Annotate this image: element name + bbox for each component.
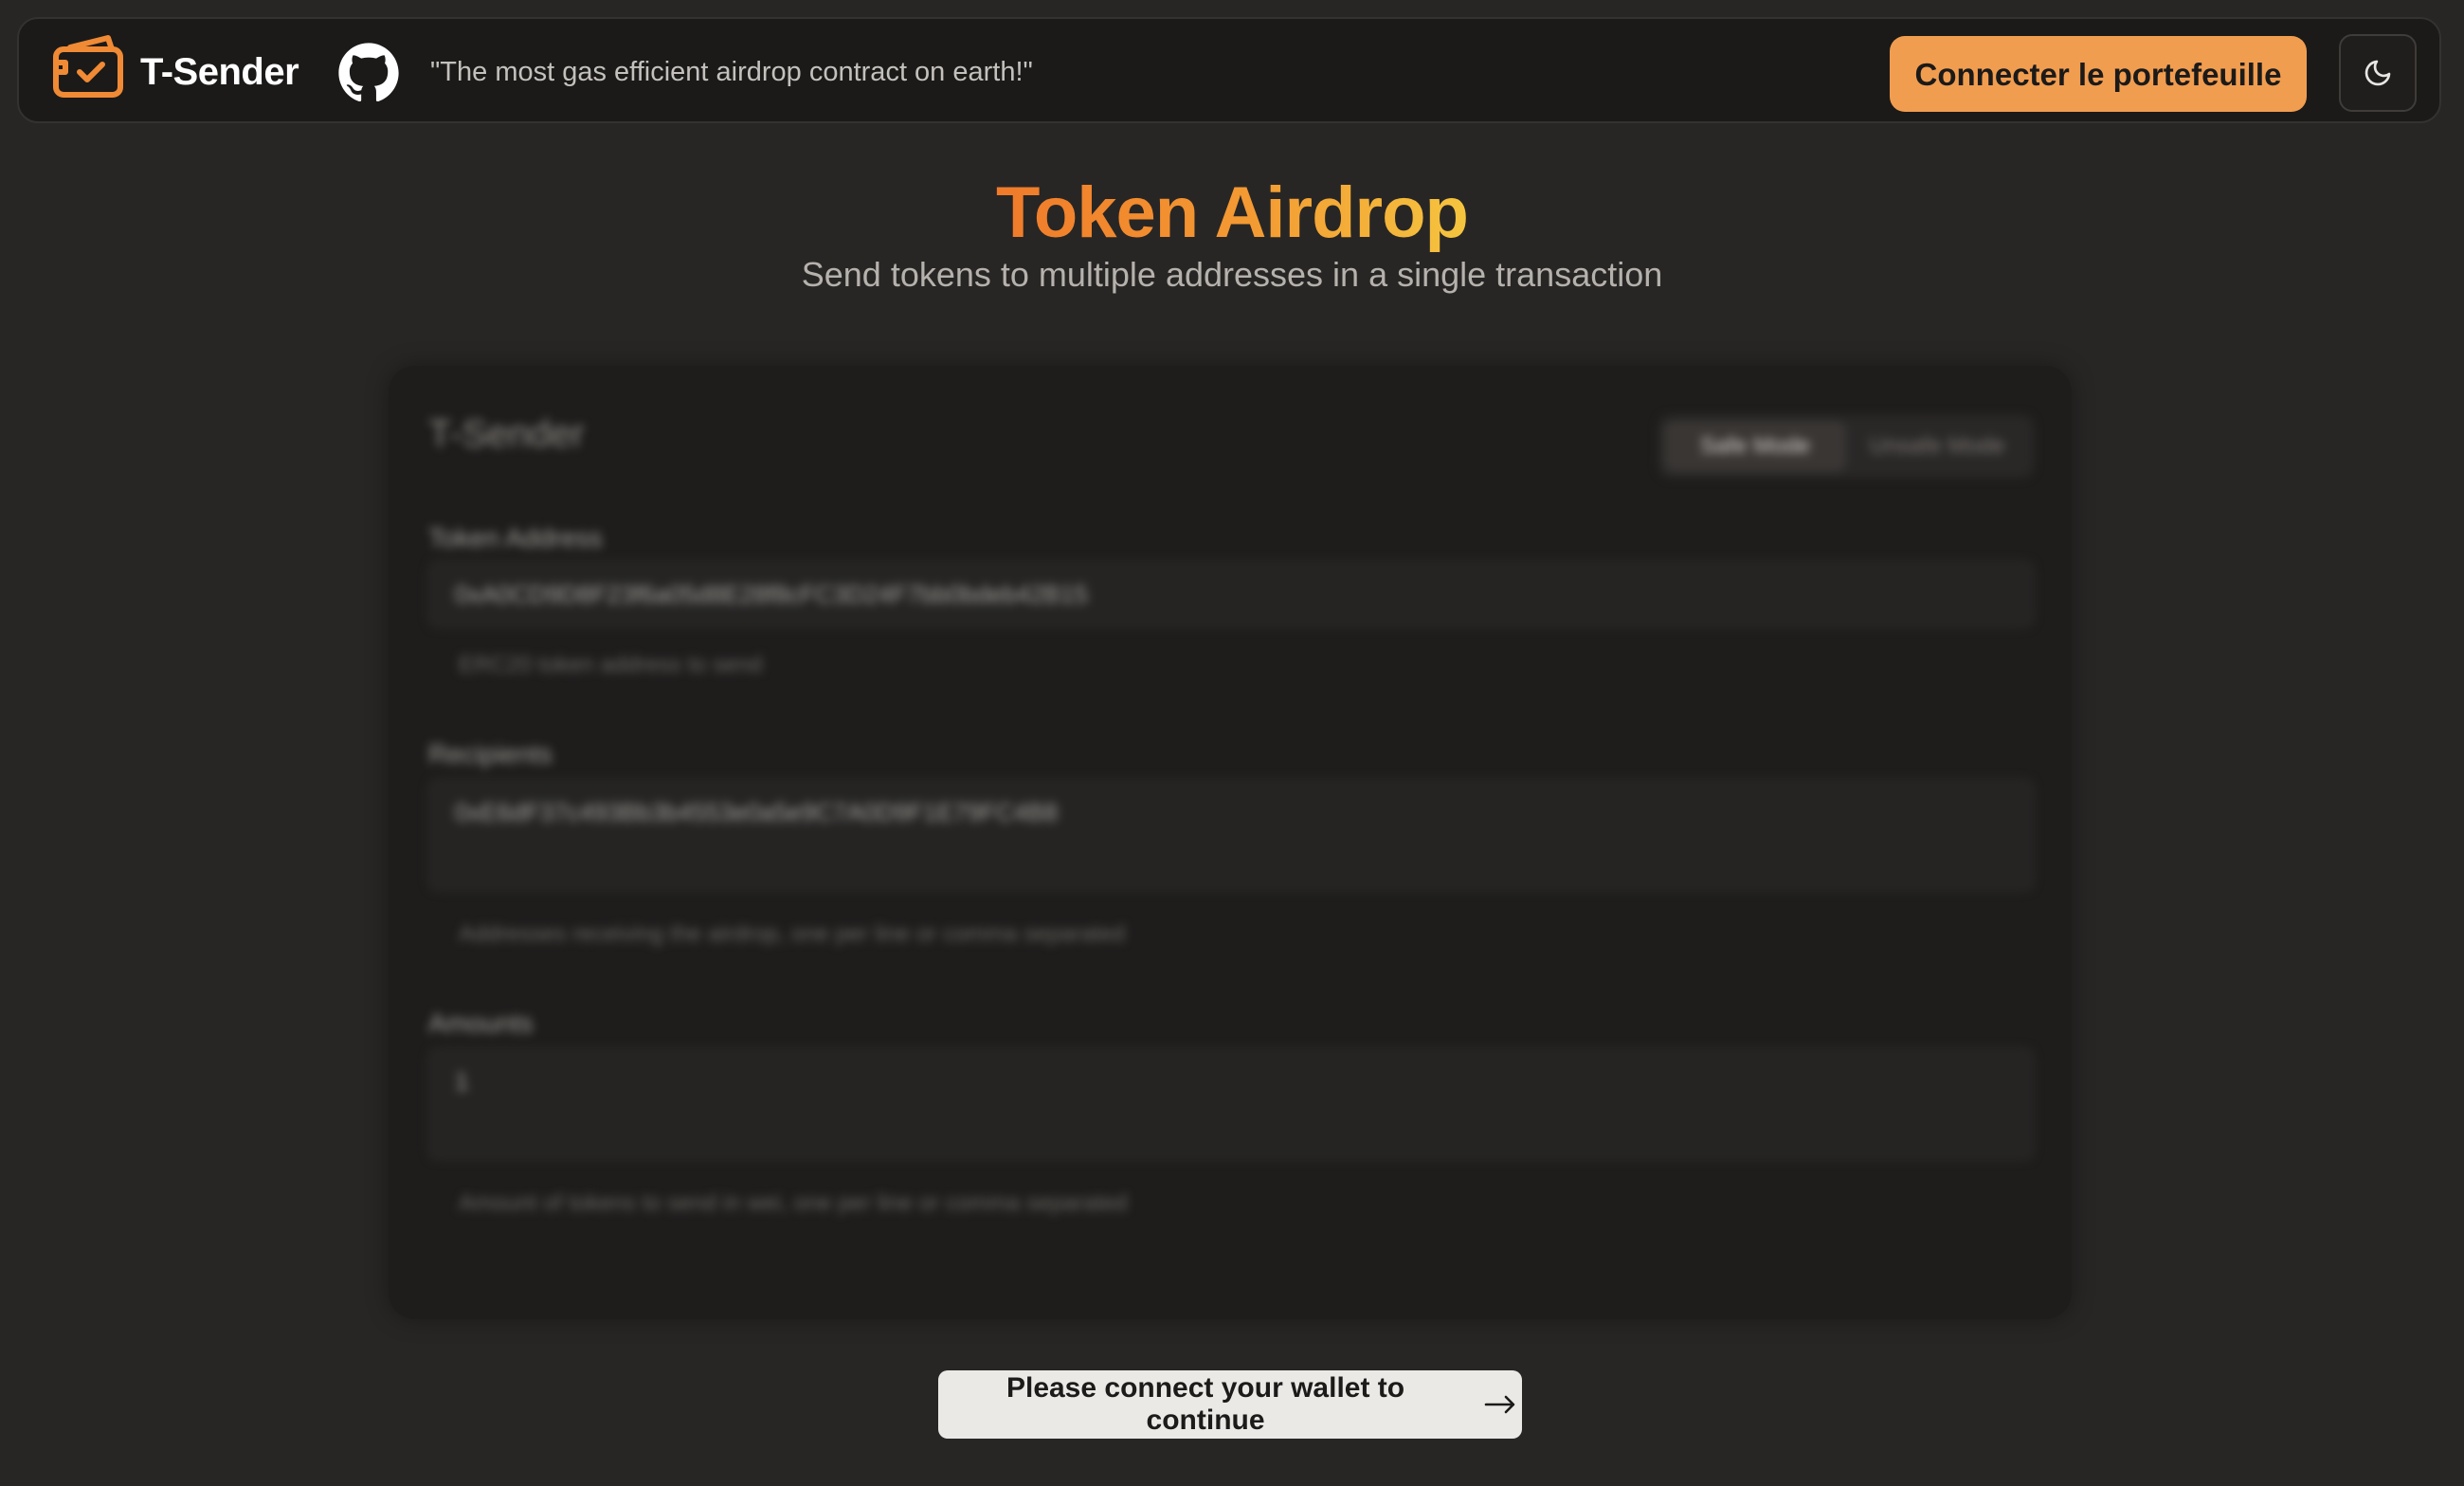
connect-to-continue-button[interactable]: Please connect your wallet to continue (938, 1370, 1522, 1439)
token-address-help: ERC20 token address to send (459, 652, 763, 678)
recipients-label: Recipients (428, 739, 553, 769)
brand-name: T-Sender (140, 51, 299, 93)
moon-icon (2364, 60, 2391, 86)
blurred-overlay: T-Sender Safe Mode Unsafe Mode Token Add… (389, 366, 2072, 1319)
theme-toggle-button[interactable] (2339, 34, 2417, 112)
tab-safe-mode[interactable]: Safe Mode (1664, 421, 1846, 472)
wallet-check-icon (53, 35, 123, 98)
connect-wallet-button[interactable]: Connecter le portefeuille (1890, 36, 2307, 112)
arrow-right-icon (1484, 1395, 1515, 1414)
recipients-textarea[interactable]: 0xE6dF37c493Bb3b4553e0a5e9C7A0D9F1E79FC4… (428, 779, 2034, 891)
page-subtitle: Send tokens to multiple addresses in a s… (801, 255, 1663, 294)
amounts-help: Amount of tokens to send in wei, one per… (459, 1190, 1128, 1216)
token-address-label: Token Address (428, 523, 603, 553)
amounts-label: Amounts (428, 1008, 534, 1038)
recipients-help: Addresses receiving the airdrop, one per… (459, 921, 1126, 947)
airdrop-form-card: T-Sender Safe Mode Unsafe Mode Token Add… (389, 366, 2072, 1319)
page-title-text: Token Airdrop (996, 172, 1469, 253)
mode-toggle: Safe Mode Unsafe Mode (1658, 415, 2034, 478)
page-title: Token Airdrop (0, 171, 2464, 256)
top-navbar: T-Sender "The most gas efficient airdrop… (17, 17, 2441, 123)
amounts-textarea[interactable]: 1 (428, 1048, 2034, 1160)
github-icon[interactable] (337, 42, 400, 104)
tagline: "The most gas efficient airdrop contract… (430, 57, 1033, 87)
tab-unsafe-mode[interactable]: Unsafe Mode (1846, 421, 2028, 472)
token-address-input[interactable]: 0xA0CD9D8F23f6a05d8E28f8cFC3D24F7bb0bdeb… (428, 561, 2034, 627)
form-title: T-Sender (428, 413, 585, 455)
connect-to-continue-label: Please connect your wallet to continue (1006, 1372, 1405, 1436)
